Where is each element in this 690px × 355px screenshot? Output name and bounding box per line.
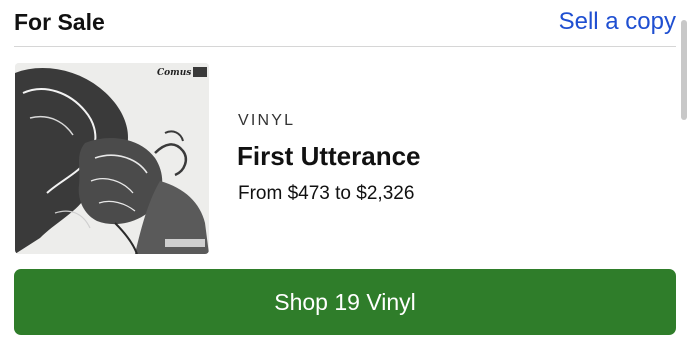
format-label: VINYL (238, 112, 296, 129)
cover-logo-text: Comus (157, 68, 191, 78)
header-divider (14, 46, 676, 47)
section-header: For Sale Sell a copy (0, 0, 676, 46)
price-range: From $473 to $2,326 (238, 183, 415, 204)
scrollbar[interactable] (681, 20, 687, 120)
album-cover-image[interactable]: Comus (15, 63, 209, 254)
album-cover-art: Comus (15, 63, 209, 254)
for-sale-section: For Sale Sell a copy Comus VINYL First U… (0, 0, 690, 355)
sell-a-copy-link[interactable]: Sell a copy (559, 8, 676, 36)
section-title: For Sale (14, 9, 105, 35)
release-title[interactable]: First Utterance (237, 140, 421, 172)
shop-vinyl-button[interactable]: Shop 19 Vinyl (14, 269, 676, 335)
